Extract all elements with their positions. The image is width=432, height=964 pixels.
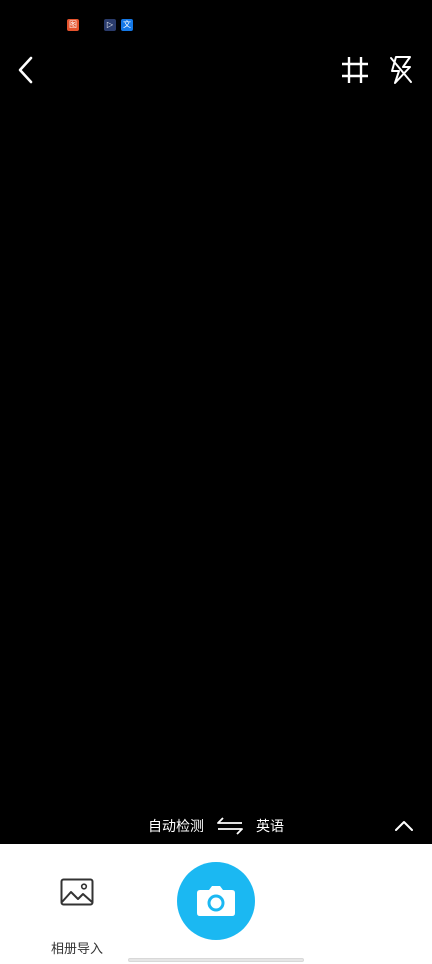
expand-options-button[interactable]: [388, 814, 420, 838]
swap-languages-button[interactable]: [214, 814, 246, 838]
status-bar: 图 ▷ 文: [0, 0, 432, 40]
home-indicator[interactable]: [128, 958, 304, 962]
camera-viewfinder[interactable]: [0, 40, 432, 804]
image-icon: [60, 878, 94, 906]
crop-button[interactable]: [337, 52, 373, 88]
target-language-selector[interactable]: 英语: [248, 816, 292, 836]
translate-app-icon: 文: [121, 19, 133, 31]
source-language-selector[interactable]: 自动检测: [140, 816, 212, 836]
video-app-icon: ▷: [104, 19, 116, 31]
camera-icon: [197, 886, 235, 916]
app-notification-icon: 图: [67, 19, 79, 31]
chevron-up-icon: [395, 821, 413, 831]
bottom-panel: 相册导入: [0, 844, 432, 964]
flash-toggle-button[interactable]: [383, 52, 419, 88]
crop-icon: [342, 57, 368, 83]
back-button[interactable]: [8, 52, 44, 88]
flash-off-icon: [390, 56, 412, 84]
chevron-left-icon: [18, 56, 33, 84]
album-import-label: 相册导入: [50, 942, 103, 957]
shutter-button[interactable]: [177, 862, 255, 940]
camera-translate-screen: 图 ▷ 文 自动检测 英语 相册导入: [0, 0, 432, 964]
language-bar: 自动检测 英语: [0, 808, 432, 844]
album-import-button[interactable]: 相册导入: [40, 874, 114, 957]
swap-arrows-icon: [217, 817, 243, 835]
